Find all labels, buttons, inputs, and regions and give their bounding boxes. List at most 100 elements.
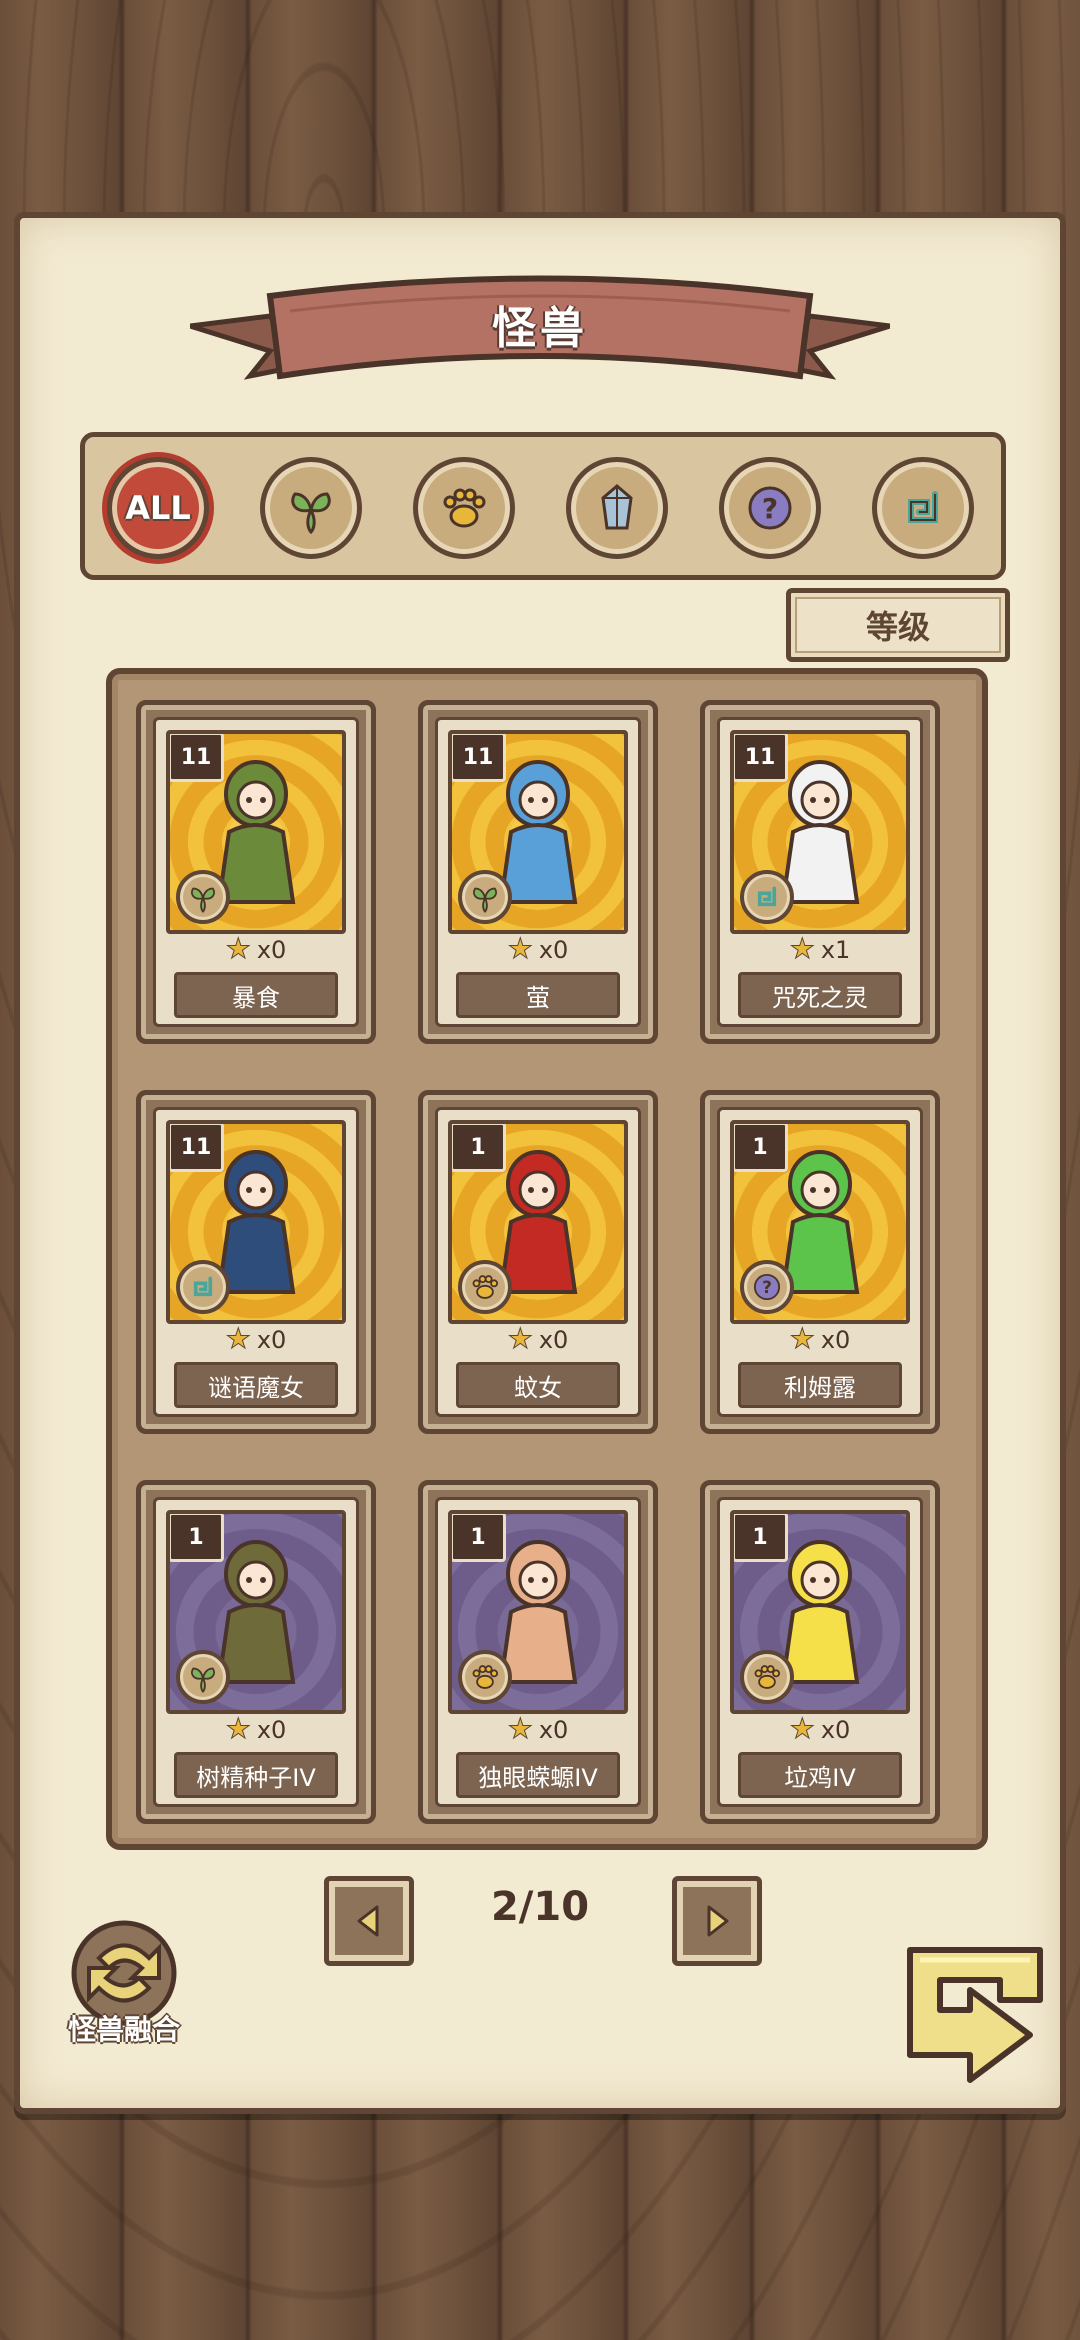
monster-portrait: 11 (166, 1120, 346, 1324)
leaf-icon (458, 870, 512, 924)
monster-card[interactable]: 11 ★ x0 萤 (418, 700, 658, 1044)
card-frame: 11 ★ x0 谜语魔女 (153, 1107, 359, 1417)
card-frame: 1 ★ x0 蚊女 (435, 1107, 641, 1417)
level-badge: 11 (734, 734, 788, 782)
return-arrow-icon (907, 1947, 1043, 2083)
leaf-icon (176, 1650, 230, 1704)
monster-card[interactable]: 11 ★ x0 谜语魔女 (136, 1090, 376, 1434)
paw-icon (740, 1650, 794, 1704)
prev-page-button[interactable] (324, 1876, 414, 1966)
star-icon: ★ (789, 932, 815, 966)
paw-icon (458, 1260, 512, 1314)
star-count: ★ x0 (720, 1322, 920, 1356)
monster-name: 利姆露 (738, 1362, 902, 1408)
star-count: ★ x0 (156, 1712, 356, 1746)
monster-name: 咒死之灵 (738, 972, 902, 1018)
monster-name: 萤 (456, 972, 620, 1018)
filter-spirit-button[interactable] (872, 457, 974, 559)
page-indicator: 2/10 (490, 1884, 590, 1930)
monster-card[interactable]: 1 ★ x0 独眼蝾螈IV (418, 1480, 658, 1824)
arrow-left-icon (357, 1905, 379, 1937)
svg-text:?: ? (762, 492, 778, 525)
monster-portrait: 11 (730, 730, 910, 934)
question-icon: ? (748, 486, 792, 530)
card-frame: 11 ★ x0 萤 (435, 717, 641, 1027)
paw-icon (458, 1650, 512, 1704)
star-count-value: x0 (820, 1326, 851, 1354)
card-frame: 1 ★ x0 树精种子IV (153, 1497, 359, 1807)
monster-portrait: 11 (448, 730, 628, 934)
card-frame: 11 ★ x1 咒死之灵 (717, 717, 923, 1027)
svg-text:?: ? (762, 1278, 772, 1298)
monster-portrait: 1 (730, 1510, 910, 1714)
crystal-icon (601, 484, 633, 530)
card-frame: 1 ★ x0 独眼蝾螈IV (435, 1497, 641, 1807)
filter-plant-button[interactable] (260, 457, 362, 559)
question-icon: ? (740, 1260, 794, 1314)
star-count-value: x0 (538, 936, 569, 964)
level-badge: 1 (734, 1124, 788, 1172)
page-title: 怪兽 (492, 303, 588, 354)
swirl-icon (176, 1260, 230, 1314)
star-count-value: x0 (820, 1716, 851, 1744)
monster-portrait: 11 (166, 730, 346, 934)
level-badge: 1 (170, 1514, 224, 1562)
level-badge: 11 (170, 734, 224, 782)
star-icon: ★ (507, 1322, 533, 1356)
star-icon: ★ (789, 1322, 815, 1356)
filter-mineral-button[interactable] (566, 457, 668, 559)
monster-portrait: 1 (166, 1510, 346, 1714)
fusion-label: 怪兽融合 (67, 2013, 180, 2046)
title-banner: 怪兽 (189, 266, 891, 396)
monster-card[interactable]: 1 ★ x0 垃鸡IV (700, 1480, 940, 1824)
monster-name: 蚊女 (456, 1362, 620, 1408)
swirl-icon (908, 491, 938, 523)
paw-icon (443, 488, 486, 528)
monster-name: 暴食 (174, 972, 338, 1018)
star-count-value: x0 (256, 1326, 287, 1354)
monster-card[interactable]: 1 ? ★ x0 利姆露 (700, 1090, 940, 1434)
star-icon: ★ (225, 1322, 251, 1356)
level-badge: 11 (170, 1124, 224, 1172)
star-count: ★ x0 (156, 932, 356, 966)
card-frame: 1 ? ★ x0 利姆露 (717, 1107, 923, 1417)
monster-card[interactable]: 1 ★ x0 树精种子IV (136, 1480, 376, 1824)
star-count: ★ x0 (156, 1322, 356, 1356)
level-badge: 1 (452, 1124, 506, 1172)
star-count-value: x0 (256, 1716, 287, 1744)
monster-name: 独眼蝾螈IV (456, 1752, 620, 1798)
back-button[interactable] (880, 1940, 1052, 2090)
monster-card[interactable]: 1 ★ x0 蚊女 (418, 1090, 658, 1434)
star-count: ★ x0 (438, 1322, 638, 1356)
level-badge: 1 (452, 1514, 506, 1562)
star-count-value: x0 (538, 1716, 569, 1744)
monster-fusion-button[interactable]: 怪兽融合 (54, 1918, 194, 2048)
next-page-button[interactable] (672, 1876, 762, 1966)
star-count: ★ x1 (720, 932, 920, 966)
swirl-icon (740, 870, 794, 924)
level-badge: 11 (452, 734, 506, 782)
card-frame: 1 ★ x0 垃鸡IV (717, 1497, 923, 1807)
filter-all-label: ALL (125, 489, 191, 527)
star-count-value: x0 (538, 1326, 569, 1354)
star-icon: ★ (507, 932, 533, 966)
arrow-right-icon (707, 1905, 729, 1937)
monster-portrait: 1 (448, 1510, 628, 1714)
monster-name: 谜语魔女 (174, 1362, 338, 1408)
filter-all-button[interactable]: ALL (107, 457, 209, 559)
star-icon: ★ (225, 932, 251, 966)
monster-portrait: 1 ? (730, 1120, 910, 1324)
star-count: ★ x0 (438, 1712, 638, 1746)
filter-beast-button[interactable] (413, 457, 515, 559)
monster-name: 垃鸡IV (738, 1752, 902, 1798)
level-badge: 1 (734, 1514, 788, 1562)
monster-card[interactable]: 11 ★ x0 暴食 (136, 700, 376, 1044)
monster-name: 树精种子IV (174, 1752, 338, 1798)
sort-level-button[interactable]: 等级 (786, 588, 1010, 662)
leaf-icon (291, 492, 331, 535)
monster-card[interactable]: 11 ★ x1 咒死之灵 (700, 700, 940, 1044)
filter-unknown-button[interactable]: ? (719, 457, 821, 559)
monster-portrait: 1 (448, 1120, 628, 1324)
leaf-icon (176, 870, 230, 924)
star-icon: ★ (789, 1712, 815, 1746)
